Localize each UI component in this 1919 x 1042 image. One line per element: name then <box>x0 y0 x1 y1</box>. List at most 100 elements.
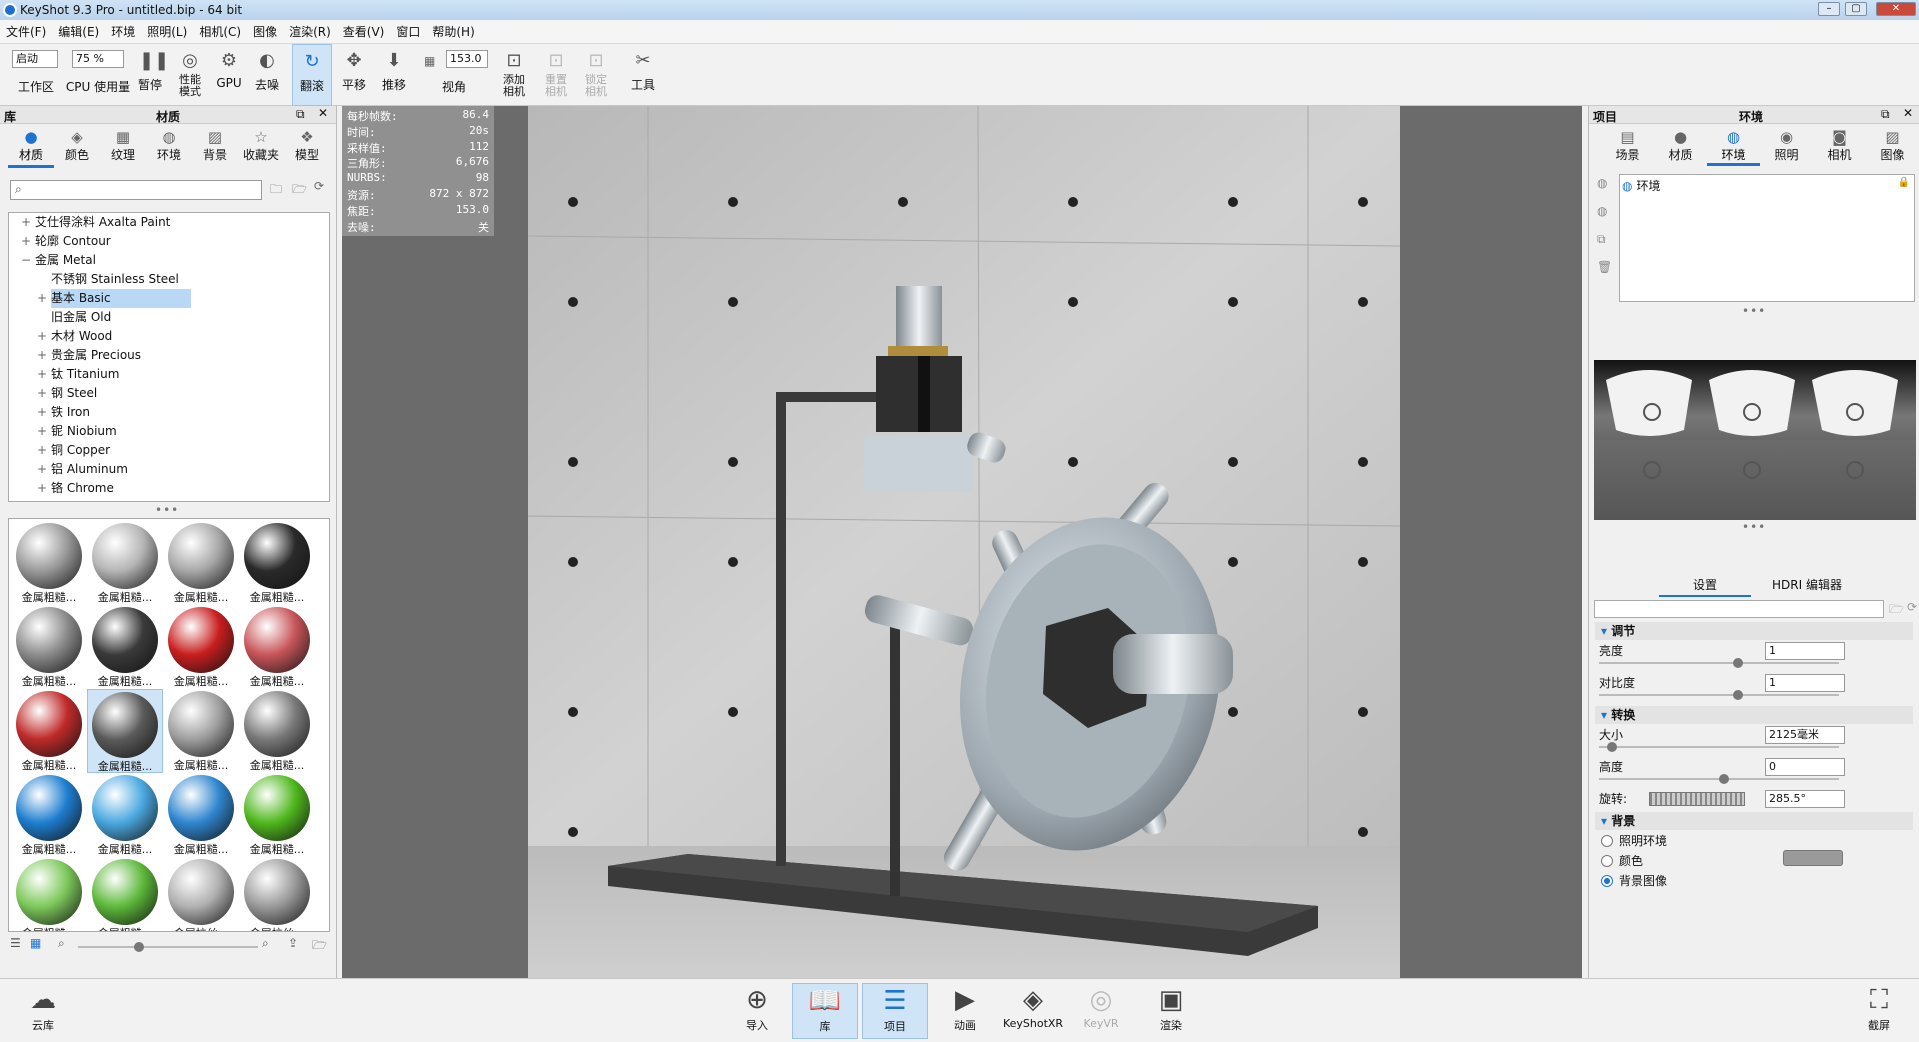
material-thumbnail[interactable]: 金属粗糙... <box>87 689 163 773</box>
slider-knob[interactable] <box>134 942 144 952</box>
menu-file[interactable]: 文件(F) <box>6 23 46 40</box>
reset-camera-button[interactable]: ⊡ 重置 相机 <box>538 44 574 106</box>
bg-option-image[interactable]: 背景图像 <box>1601 872 1667 889</box>
refresh-icon[interactable]: ⟳ <box>314 179 324 193</box>
material-thumbnail[interactable]: 金属粗糙... <box>239 521 315 605</box>
list-view-icon[interactable]: ☰ <box>10 936 21 950</box>
duplicate-environment-icon[interactable]: ◍ <box>1597 204 1607 218</box>
tree-item[interactable]: + 基本 Basic <box>9 289 329 308</box>
expand-icon[interactable]: + <box>37 327 47 346</box>
height-input[interactable]: 0 <box>1765 758 1845 776</box>
menu-camera[interactable]: 相机(C) <box>199 23 241 40</box>
bg-option-color[interactable]: 颜色 <box>1601 852 1643 869</box>
refresh-icon[interactable]: ⟳ <box>1907 600 1917 614</box>
contrast-input[interactable]: 1 <box>1765 674 1845 692</box>
material-thumbnail[interactable]: 金属粗糙... <box>87 605 163 689</box>
close-panel-icon[interactable]: ✕ <box>1903 106 1913 120</box>
material-thumbnail[interactable]: 金属粗糙... <box>87 773 163 857</box>
pause-button[interactable]: ❚❚ 暂停 <box>134 44 169 106</box>
height-slider[interactable] <box>1599 774 1839 784</box>
tree-item[interactable]: 旧金属 Old <box>9 308 329 327</box>
library-button[interactable]: 📖 库 <box>792 983 858 1039</box>
tree-item[interactable]: + 艾仕得涂料 Axalta Paint <box>9 213 329 232</box>
workspace-select[interactable]: 启动 <box>12 50 58 68</box>
gpu-button[interactable]: ⚙ GPU <box>212 44 246 106</box>
denoise-button[interactable]: ◐ 去噪 <box>250 44 284 106</box>
material-thumbnail[interactable]: 金属粗糙... <box>11 689 87 773</box>
tab-material[interactable]: ● 材质 <box>1654 124 1707 166</box>
pan-button[interactable]: ✥ 平移 <box>336 44 372 106</box>
tab-environment[interactable]: ◍ 环境 <box>1707 124 1760 166</box>
tree-item[interactable]: + 贵金属 Precious <box>9 346 329 365</box>
expand-icon[interactable]: + <box>37 441 47 460</box>
tab-models[interactable]: ❖ 模型 <box>284 124 330 168</box>
cloud-library-button[interactable]: ☁ 云库 <box>10 983 76 1039</box>
size-input[interactable]: 2125毫米 <box>1765 726 1845 744</box>
material-thumbnail[interactable]: 金属粗糙... <box>11 605 87 689</box>
tree-item[interactable]: + 铁 Iron <box>9 403 329 422</box>
expand-icon[interactable]: − <box>21 251 31 270</box>
import-button[interactable]: ⊕ 导入 <box>724 983 790 1039</box>
slider-knob[interactable] <box>1733 658 1743 668</box>
tab-colors[interactable]: ◈ 颜色 <box>54 124 100 168</box>
material-thumbnail[interactable]: 金属粗糙... <box>163 773 239 857</box>
material-thumbnail[interactable]: 金属粗糙... <box>163 689 239 773</box>
add-environment-icon[interactable]: ◍ <box>1597 176 1607 190</box>
expand-icon[interactable]: + <box>37 479 47 498</box>
delete-icon[interactable]: 🗑 <box>1597 260 1612 274</box>
material-thumbnail[interactable]: 金属拉丝... <box>163 857 239 931</box>
tab-hdri-editor[interactable]: HDRI 编辑器 <box>1757 576 1857 593</box>
screenshot-button[interactable]: ⛶ 截屏 <box>1846 983 1912 1039</box>
material-thumbnail[interactable]: 金属粗糙... <box>87 857 163 931</box>
environment-file-input[interactable] <box>1594 600 1884 618</box>
slider-knob[interactable] <box>1733 690 1743 700</box>
splitter-handle[interactable]: ••• <box>1742 304 1766 318</box>
material-thumbnail[interactable]: 金属粗糙... <box>11 773 87 857</box>
minimize-button[interactable]: – <box>1818 2 1840 16</box>
expand-icon[interactable]: + <box>21 232 31 251</box>
grid-view-icon[interactable]: ▦ <box>30 936 41 950</box>
tree-item[interactable]: − 金属 Metal <box>9 251 329 270</box>
tab-favorites[interactable]: ☆ 收藏夹 <box>238 124 284 168</box>
tree-item[interactable]: + 铝 Aluminum <box>9 460 329 479</box>
bg-option-lighting-env[interactable]: 照明环境 <box>1601 832 1667 849</box>
splitter-handle[interactable]: ••• <box>155 503 179 517</box>
hdri-preview[interactable] <box>1594 360 1916 520</box>
expand-icon[interactable]: + <box>37 365 47 384</box>
expand-icon[interactable]: + <box>37 289 47 308</box>
folder-icon[interactable]: 🗁 <box>292 180 307 201</box>
lock-icon[interactable]: 🔒 <box>1898 177 1910 188</box>
background-color-swatch[interactable] <box>1783 850 1843 866</box>
tree-item[interactable]: + 木材 Wood <box>9 327 329 346</box>
menu-help[interactable]: 帮助(H) <box>432 23 474 40</box>
menu-image[interactable]: 图像 <box>253 23 277 40</box>
cpu-usage-select[interactable]: 75 % <box>72 50 124 68</box>
brightness-slider[interactable] <box>1599 658 1839 668</box>
render-image[interactable] <box>528 106 1400 978</box>
tab-backplates[interactable]: ▨ 背景 <box>192 124 238 168</box>
section-background[interactable]: ▾ 背景 <box>1595 812 1913 830</box>
tab-lighting[interactable]: ◉ 照明 <box>1760 124 1813 166</box>
menu-view[interactable]: 查看(V) <box>343 23 385 40</box>
tree-item[interactable]: + 轮廓 Contour <box>9 232 329 251</box>
undock-icon[interactable]: ⧉ <box>1881 107 1890 122</box>
tab-settings[interactable]: 设置 <box>1659 576 1751 597</box>
section-adjust[interactable]: ▾ 调节 <box>1595 622 1913 640</box>
tab-textures[interactable]: ▦ 纹理 <box>100 124 146 168</box>
material-thumbnail[interactable]: 金属拉丝... <box>239 857 315 931</box>
size-slider[interactable] <box>1599 742 1839 752</box>
add-camera-button[interactable]: ⊡ 添加 相机 <box>496 44 532 106</box>
tab-image[interactable]: ▨ 图像 <box>1866 124 1919 166</box>
menu-lighting[interactable]: 照明(L) <box>147 23 187 40</box>
contrast-slider[interactable] <box>1599 690 1839 700</box>
brightness-input[interactable]: 1 <box>1765 642 1845 660</box>
tree-item[interactable]: + 铬 Chrome <box>9 479 329 498</box>
import-folder-icon[interactable]: 🗀 <box>270 180 282 201</box>
menu-environment[interactable]: 环境 <box>111 23 135 40</box>
material-thumbnail[interactable]: 金属粗糙... <box>163 521 239 605</box>
slider-knob[interactable] <box>1607 742 1617 752</box>
tab-environments[interactable]: ◍ 环境 <box>146 124 192 168</box>
tree-item[interactable]: + 铌 Niobium <box>9 422 329 441</box>
material-thumbnail[interactable]: 金属粗糙... <box>239 605 315 689</box>
keyvr-button[interactable]: ◎ KeyVR <box>1068 983 1134 1039</box>
